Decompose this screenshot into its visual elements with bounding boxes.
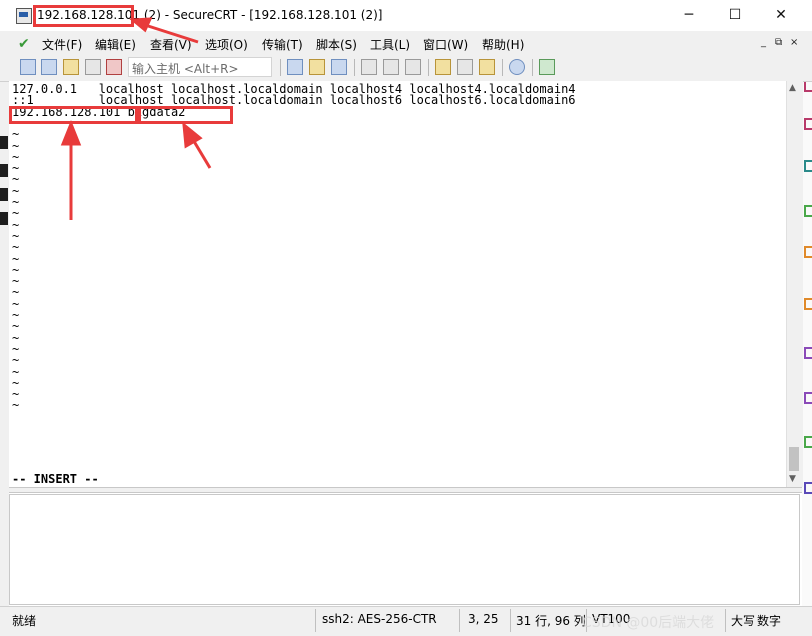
annotation-arrows bbox=[60, 17, 212, 220]
